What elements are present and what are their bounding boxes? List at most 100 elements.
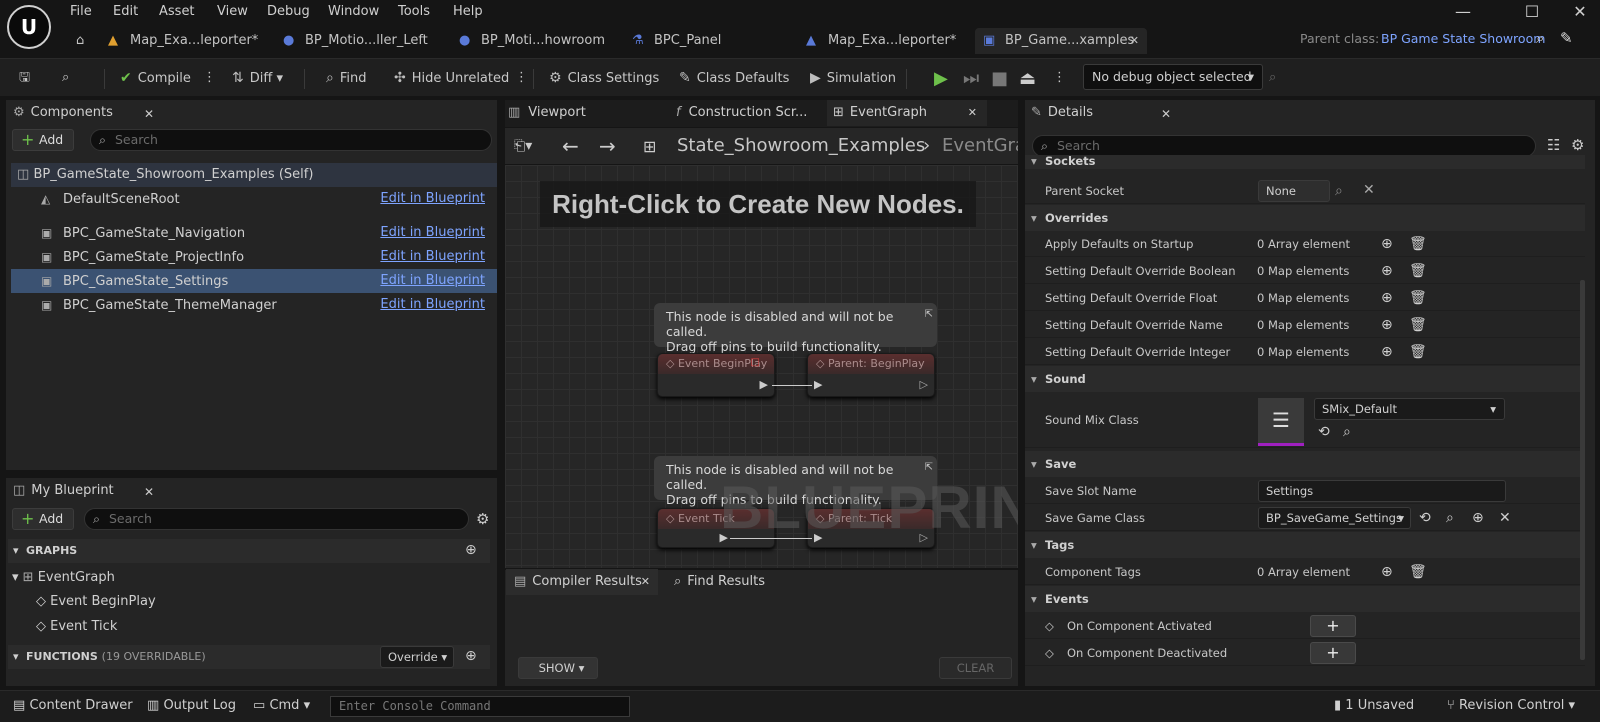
forward-arrow-icon[interactable]: → (599, 134, 616, 158)
menu-file[interactable]: File (70, 4, 92, 20)
tab-find-results[interactable]: ⌕ Find Results (674, 569, 765, 595)
settings-gear-icon[interactable]: ⚙ (476, 510, 489, 528)
component-row-navigation[interactable]: ▣ BPC_GameState_Navigation Edit in Bluepri… (11, 221, 497, 245)
clear-x-icon[interactable]: ✕ (1363, 182, 1375, 198)
override-dropdown[interactable]: Override ▾ (380, 646, 454, 668)
tab-bp-gamestate-examples[interactable]: ▣ BP_Game...xamples ✕ (975, 28, 1147, 54)
details-search-input[interactable]: ⌕ Search (1032, 135, 1536, 157)
cmd-dropdown[interactable]: ▭ Cmd ▾ (253, 698, 310, 713)
add-element-icon[interactable]: ⊕ (1381, 290, 1393, 306)
my-blueprint-tab[interactable]: ◫ My Blueprint (13, 478, 114, 504)
component-row-settings[interactable]: ▣ BPC_GameState_Settings Edit in Blueprint (11, 269, 497, 293)
add-graph-icon[interactable]: ⊕ (465, 542, 477, 558)
tab-eventgraph[interactable]: ⊞ EventGraph ✕ (827, 100, 987, 126)
graphs-category[interactable]: ▾ GRAPHS (8, 539, 490, 563)
sound-mix-thumbnail-icon[interactable]: ☰ (1258, 398, 1304, 446)
menu-view[interactable]: View (217, 4, 248, 20)
event-beginplay-node[interactable]: ◇ Event BeginPlay ▶ □ (657, 353, 775, 397)
my-blueprint-search-input[interactable]: ⌕ Search (84, 508, 469, 530)
event-beginplay-item[interactable]: ◇ Event BeginPlay (36, 594, 156, 609)
save-slot-input[interactable]: Settings (1258, 480, 1506, 502)
add-on-activated-button[interactable]: + (1310, 615, 1356, 637)
debug-object-select[interactable]: No debug object selected ▾ (1083, 64, 1263, 90)
pin-icon[interactable]: ⇱ (925, 307, 933, 322)
simulation-button[interactable]: ▶ Simulation (810, 66, 896, 90)
component-row-projectinfo[interactable]: ▣ BPC_GameState_ProjectInfo Edit in Bluepr… (11, 245, 497, 269)
menu-help[interactable]: Help (453, 4, 483, 20)
add-element-icon[interactable]: ⊕ (1381, 263, 1393, 279)
save-category[interactable]: Save (1025, 451, 1585, 477)
menu-debug[interactable]: Debug (267, 4, 310, 20)
add-element-icon[interactable]: ⊕ (1381, 344, 1393, 360)
content-drawer-button[interactable]: ▤ Content Drawer (13, 698, 133, 713)
close-tab-icon[interactable]: ✕ (968, 100, 977, 126)
breadcrumb-eventgraph[interactable]: EventGra (942, 135, 1018, 156)
debug-filter-icon[interactable]: ⌕ (1269, 66, 1276, 90)
details-scrollbar[interactable] (1580, 280, 1585, 660)
trash-icon[interactable]: 🗑 (1409, 236, 1427, 252)
close-my-blueprint-icon[interactable]: ✕ (144, 485, 154, 499)
step-icon[interactable]: ⏭ (963, 68, 979, 89)
unreal-logo-icon[interactable]: U (7, 5, 51, 49)
trash-icon[interactable]: 🗑 (1409, 263, 1427, 279)
hide-unrelated-options-icon[interactable]: ⋮ (515, 66, 528, 90)
components-tab[interactable]: ⚙ Components (13, 100, 113, 126)
home-icon[interactable]: ⌂ (76, 28, 84, 54)
close-details-icon[interactable]: ✕ (1161, 107, 1171, 121)
components-search-input[interactable]: ⌕ Search (90, 129, 492, 151)
compile-options-icon[interactable]: ⋮ (203, 66, 216, 90)
menu-tools[interactable]: Tools (398, 4, 430, 20)
parent-beginplay-node[interactable]: ◇ Parent: BeginPlay ▶ ▷ (807, 353, 935, 397)
sound-mix-dropdown[interactable]: SMix_Default ▾ (1314, 398, 1505, 420)
save-icon[interactable]: 🖫 (19, 66, 30, 90)
tab-viewport[interactable]: ▥ Viewport (508, 100, 586, 126)
event-tick-item[interactable]: ◇ Event Tick (36, 619, 117, 634)
add-element-icon[interactable]: ⊕ (1381, 236, 1393, 252)
trash-icon[interactable]: 🗑 (1409, 344, 1427, 360)
show-dropdown[interactable]: SHOW ▾ (518, 657, 598, 679)
edit-in-blueprint-link[interactable]: Edit in Blueprint (380, 245, 485, 269)
use-selected-icon[interactable]: ⟲ (1318, 424, 1330, 440)
edit-in-blueprint-link[interactable]: Edit in Blueprint (380, 293, 485, 317)
edit-in-blueprint-link[interactable]: Edit in Blueprint (380, 187, 485, 211)
eventgraph-item[interactable]: ▾ ⊞ EventGraph (12, 570, 115, 585)
close-window-icon[interactable]: ✕ (1565, 2, 1595, 21)
add-component-button[interactable]: + Add (12, 129, 74, 151)
close-tab-icon[interactable]: ✕ (641, 569, 650, 595)
component-row-thememanager[interactable]: ▣ BPC_GameState_ThemeManager Edit in Bluep… (11, 293, 497, 317)
menu-asset[interactable]: Asset (159, 4, 195, 20)
revision-control-button[interactable]: ⑂ Revision Control ▾ (1447, 698, 1575, 713)
details-tab[interactable]: ✎ Details (1031, 100, 1093, 126)
delegate-pin-icon[interactable]: □ (751, 357, 760, 368)
component-root-row[interactable]: ◫ BP_GameState_Showroom_Examples (Self) (11, 163, 497, 187)
stop-icon[interactable]: ■ (991, 68, 1008, 89)
add-member-button[interactable]: + Add (12, 508, 74, 530)
class-settings-button[interactable]: ⚙ Class Settings (549, 66, 659, 90)
breadcrumb-blueprint[interactable]: State_Showroom_Examples (677, 135, 925, 156)
view-options-icon[interactable]: ☷ (1547, 136, 1560, 154)
browse-asset-icon[interactable]: ⌕ (1343, 424, 1351, 440)
diff-button[interactable]: ⇅ Diff ▾ (232, 66, 283, 90)
browse-icon[interactable]: ⌕ (62, 66, 69, 90)
edit-in-blueprint-link[interactable]: Edit in Blueprint (380, 221, 485, 245)
add-new-icon[interactable]: ⊕ (1472, 510, 1484, 526)
add-function-icon[interactable]: ⊕ (465, 648, 477, 664)
menu-window[interactable]: Window (328, 4, 379, 20)
tab-bp-motion-showroom[interactable]: ● BP_Moti...howroom (459, 28, 605, 54)
save-game-class-dropdown[interactable]: BP_SaveGame_Settings ▾ (1258, 507, 1411, 529)
add-on-deactivated-button[interactable]: + (1310, 642, 1356, 664)
compile-button[interactable]: ✔ Compile (120, 66, 191, 90)
tab-compiler-results[interactable]: ▤ Compiler Results ✕ (506, 569, 658, 595)
minimize-icon[interactable]: — (1448, 2, 1478, 21)
parent-socket-value[interactable]: None (1258, 180, 1330, 202)
tab-map-1[interactable]: ▲ Map_Exa...leporter* (108, 28, 258, 54)
component-row-defaultsceneroot[interactable]: ◭ DefaultSceneRoot Edit in Blueprint (11, 187, 497, 211)
play-icon[interactable]: ▶ (934, 68, 948, 89)
events-category[interactable]: Events (1025, 586, 1585, 612)
exec-pin-icon[interactable]: ▷ (920, 378, 928, 391)
play-options-icon[interactable]: ⋮ (1053, 66, 1066, 90)
use-selected-icon[interactable]: ⟲ (1419, 510, 1431, 526)
clear-button[interactable]: CLEAR (939, 657, 1012, 679)
sockets-category[interactable]: Sockets (1025, 155, 1585, 169)
class-defaults-button[interactable]: ✎ Class Defaults (679, 66, 789, 90)
